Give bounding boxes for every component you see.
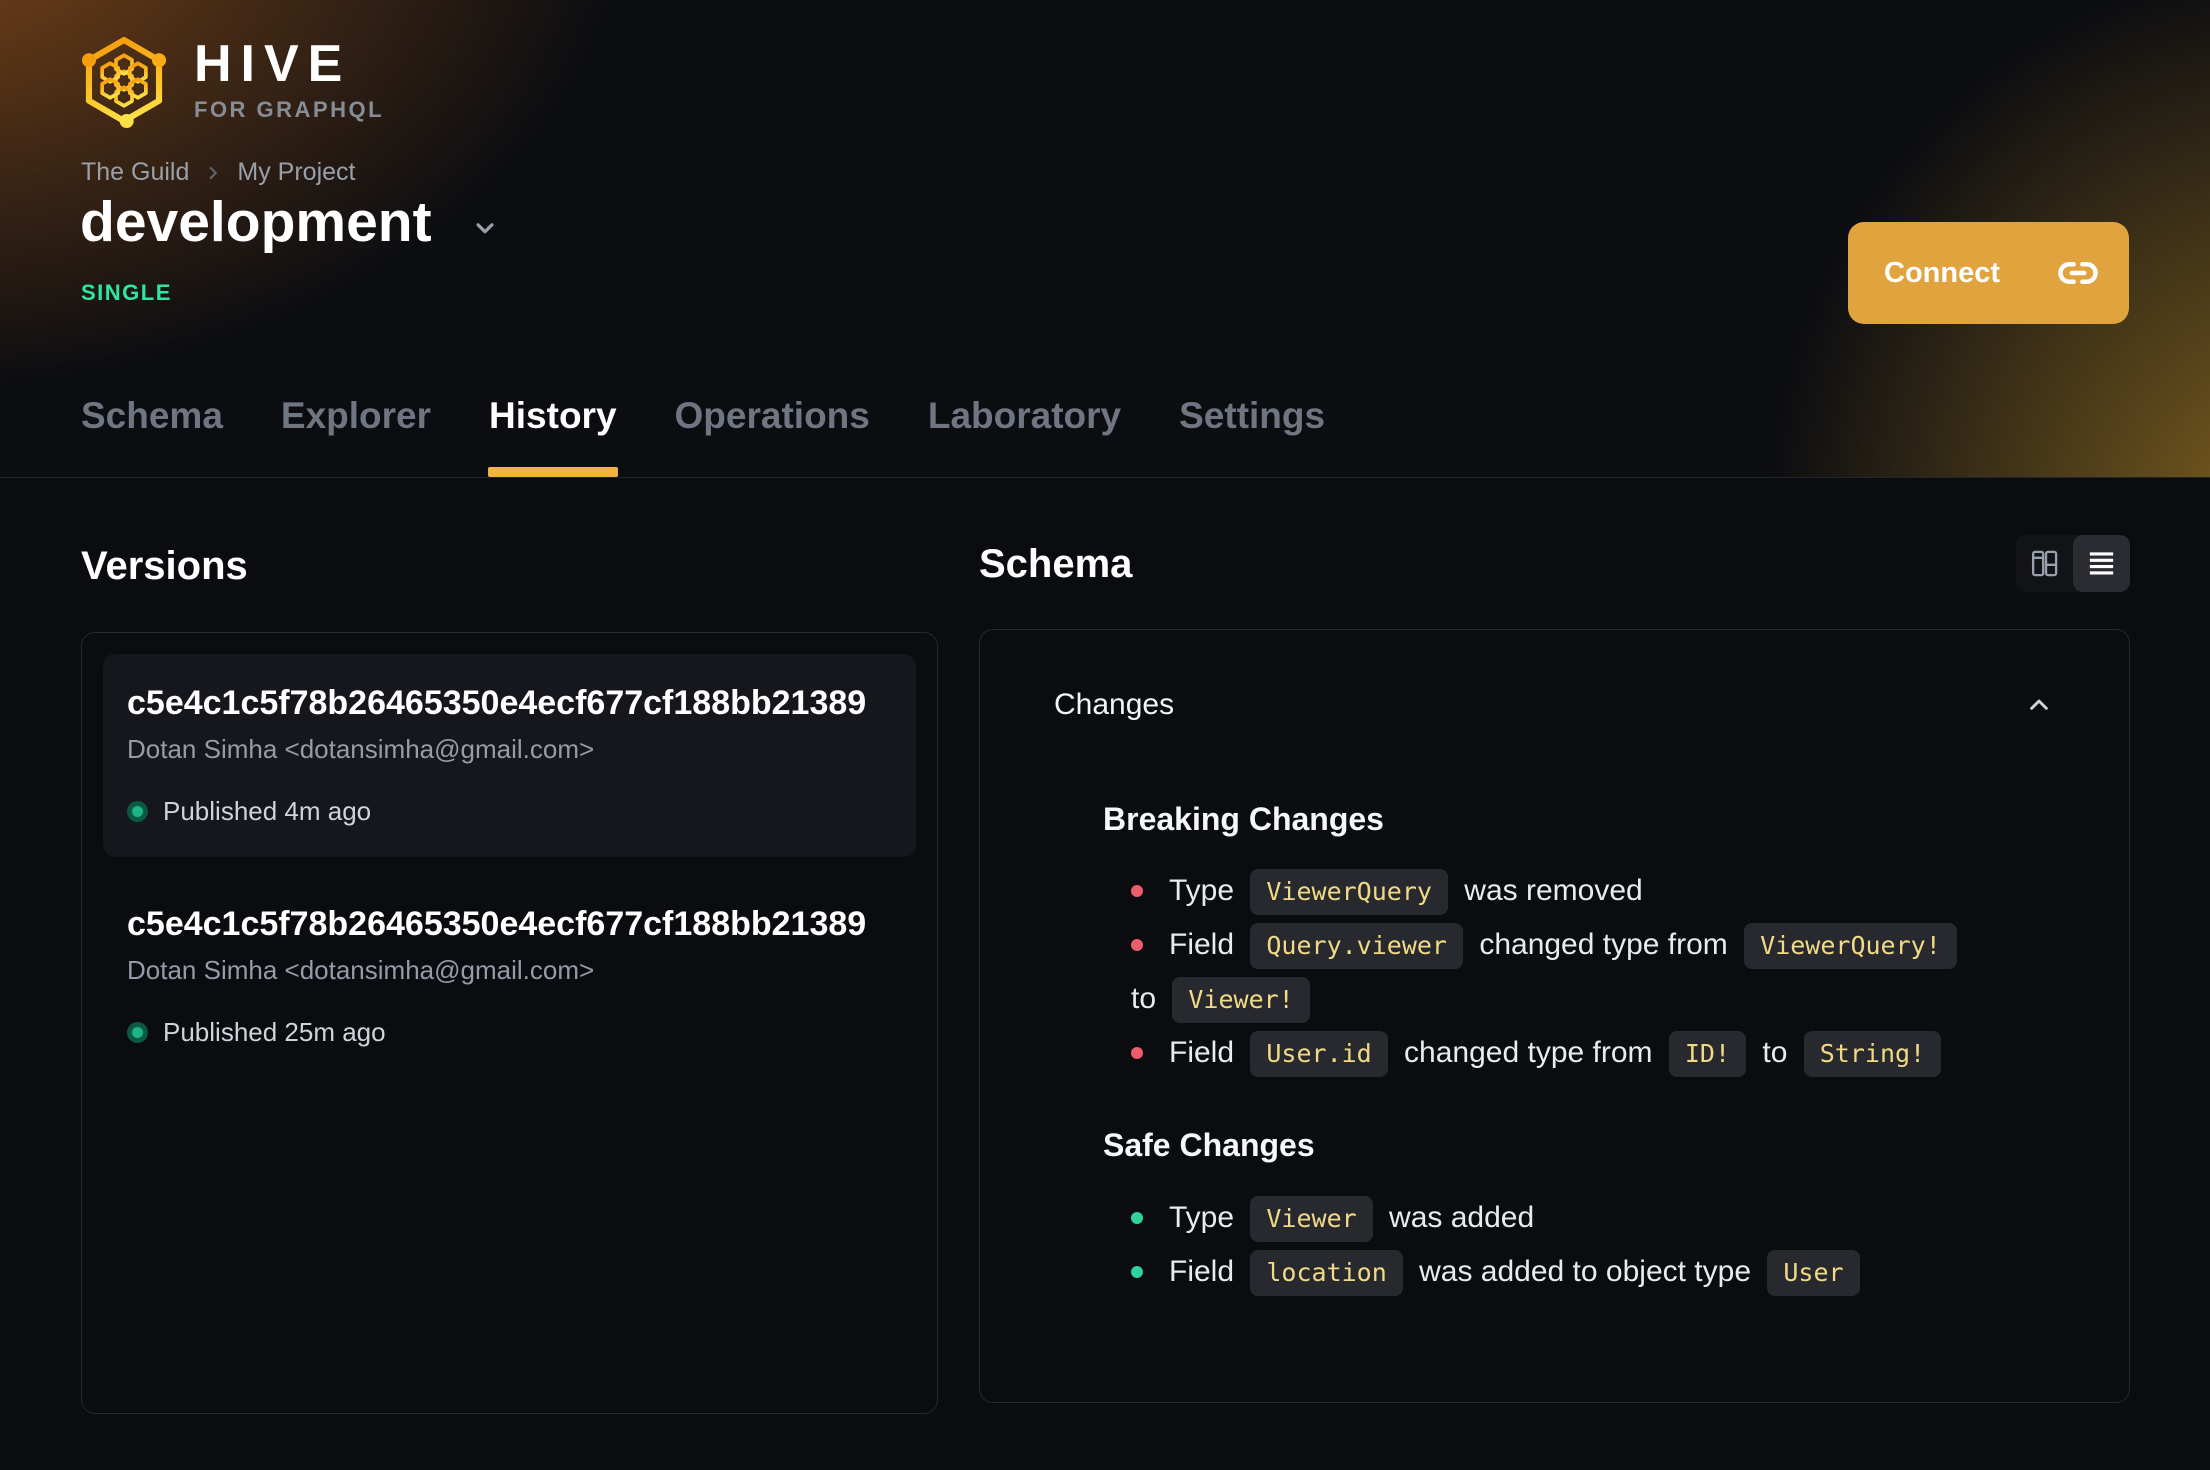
version-status-row: Published 25m ago	[127, 1017, 892, 1048]
breadcrumb-separator-icon	[209, 166, 218, 179]
version-status-row: Published 4m ago	[127, 796, 892, 827]
code-chip: ViewerQuery!	[1744, 923, 1957, 970]
schema-heading: Schema	[979, 541, 1133, 586]
changes-panel: Changes Breaking Changes Type ViewerQuer…	[979, 629, 2130, 1403]
target-title-row: development	[80, 190, 500, 256]
breadcrumb: The Guild My Project	[81, 158, 355, 187]
tab-settings[interactable]: Settings	[1179, 396, 1325, 477]
bullet-dot-icon	[1131, 939, 1143, 952]
version-author: Dotan Simha <dotansimha@gmail.com>	[127, 955, 595, 985]
version-card[interactable]: c5e4c1c5f78b26465350e4ecf677cf188bb21389…	[103, 875, 916, 1078]
code-chip: Query.viewer	[1250, 923, 1463, 970]
change-text: changed type from	[1470, 928, 1737, 962]
change-item: Type ViewerQuery was removed	[1131, 864, 2055, 918]
logo-text: HIVE FOR GRAPHQL	[194, 38, 384, 123]
change-item: Field User.id changed type from ID! to S…	[1131, 1026, 2055, 1080]
bullet-dot-icon	[1131, 885, 1143, 898]
change-text: changed type from	[1395, 1036, 1661, 1070]
version-card[interactable]: c5e4c1c5f78b26465350e4ecf677cf188bb21389…	[103, 654, 916, 857]
code-chip: User	[1767, 1249, 1860, 1296]
published-indicator-icon	[127, 801, 148, 822]
change-list: Type Viewer was added Field location was …	[1103, 1191, 2055, 1299]
view-toggle	[2016, 535, 2130, 592]
change-text: was added to object type	[1410, 1254, 1760, 1288]
breadcrumb-org[interactable]: The Guild	[81, 158, 189, 187]
tab-explorer[interactable]: Explorer	[281, 396, 431, 477]
code-chip: User.id	[1250, 1031, 1388, 1078]
target-switcher-button[interactable]	[470, 213, 500, 243]
columns-view-button[interactable]	[2016, 535, 2073, 592]
versions-list: c5e4c1c5f78b26465350e4ecf677cf188bb21389…	[81, 632, 938, 1414]
main-content: Versions c5e4c1c5f78b26465350e4ecf677cf1…	[0, 478, 2210, 1414]
schema-panel: Schema Changes Breaking Changes Type Vie…	[979, 478, 2130, 1414]
changes-sections: Breaking Changes Type ViewerQuery was re…	[1103, 800, 2055, 1299]
published-indicator-icon	[127, 1022, 148, 1043]
version-hash: c5e4c1c5f78b26465350e4ecf677cf188bb21389	[127, 684, 867, 722]
code-chip: ID!	[1668, 1031, 1747, 1078]
change-text: Field	[1169, 928, 1243, 962]
change-text: Type	[1169, 874, 1243, 908]
connect-label: Connect	[1884, 256, 2000, 289]
version-status: Published 4m ago	[163, 796, 372, 826]
change-section: Safe Changes Type Viewer was added Field …	[1103, 1126, 2055, 1298]
code-chip: Viewer!	[1172, 977, 1310, 1024]
version-status: Published 25m ago	[163, 1017, 386, 1047]
schema-header-row: Schema	[979, 535, 2130, 592]
change-section: Breaking Changes Type ViewerQuery was re…	[1103, 800, 2055, 1080]
code-chip: ViewerQuery	[1250, 869, 1448, 916]
version-hash: c5e4c1c5f78b26465350e4ecf677cf188bb21389	[127, 905, 867, 943]
change-text: to	[1131, 982, 1165, 1016]
changes-header[interactable]: Changes	[1054, 688, 2055, 722]
tab-bar: Schema Explorer History Operations Laborator…	[81, 396, 1325, 477]
hive-logo[interactable]: HIVE FOR GRAPHQL	[80, 32, 384, 129]
change-text: Field	[1169, 1036, 1243, 1070]
chevron-up-icon[interactable]	[2023, 689, 2055, 721]
tab-history[interactable]: History	[488, 396, 619, 477]
code-chip: Viewer	[1250, 1195, 1373, 1242]
tab-operations[interactable]: Operations	[675, 396, 870, 477]
changes-title: Changes	[1054, 688, 1175, 721]
change-item: Type Viewer was added	[1131, 1191, 2055, 1245]
change-text: Field	[1169, 1254, 1243, 1288]
connect-button[interactable]: Connect	[1848, 222, 2129, 324]
link-icon	[2058, 261, 2098, 285]
tab-laboratory[interactable]: Laboratory	[928, 396, 1121, 477]
change-section-title: Safe Changes	[1103, 1127, 1315, 1164]
versions-heading: Versions	[81, 544, 248, 588]
change-section-title: Breaking Changes	[1103, 801, 1384, 837]
hive-app: HIVE FOR GRAPHQL The Guild My Project de…	[0, 0, 2210, 1414]
list-icon	[2089, 552, 2114, 575]
change-list: Type ViewerQuery was removed Field Query.…	[1103, 864, 2055, 1080]
hive-logo-icon	[81, 36, 167, 129]
bullet-dot-icon	[1131, 1265, 1143, 1278]
logo-subtitle: FOR GRAPHQL	[194, 97, 385, 122]
change-item: Field Query.viewer changed type from Vie…	[1131, 918, 2055, 1026]
code-chip: String!	[1803, 1031, 1942, 1078]
change-text: was removed	[1455, 874, 1643, 908]
bullet-dot-icon	[1131, 1047, 1143, 1060]
logo-title: HIVE	[194, 35, 352, 93]
breadcrumb-project[interactable]: My Project	[237, 158, 355, 187]
chevron-down-icon	[476, 223, 494, 234]
version-author: Dotan Simha <dotansimha@gmail.com>	[127, 734, 595, 764]
columns-icon	[2031, 550, 2058, 577]
tab-schema[interactable]: Schema	[81, 396, 223, 477]
change-text: was added	[1380, 1200, 1535, 1234]
versions-panel: Versions c5e4c1c5f78b26465350e4ecf677cf1…	[81, 478, 938, 1414]
change-text: to	[1754, 1036, 1796, 1070]
target-name: development	[80, 190, 432, 254]
change-item: Field location was added to object type …	[1131, 1245, 2055, 1299]
target-mode-badge: SINGLE	[81, 280, 172, 305]
header: HIVE FOR GRAPHQL The Guild My Project de…	[0, 0, 2210, 478]
code-chip: location	[1250, 1249, 1403, 1296]
list-view-button[interactable]	[2073, 535, 2130, 592]
change-text: Type	[1169, 1200, 1243, 1234]
bullet-dot-icon	[1131, 1211, 1143, 1224]
